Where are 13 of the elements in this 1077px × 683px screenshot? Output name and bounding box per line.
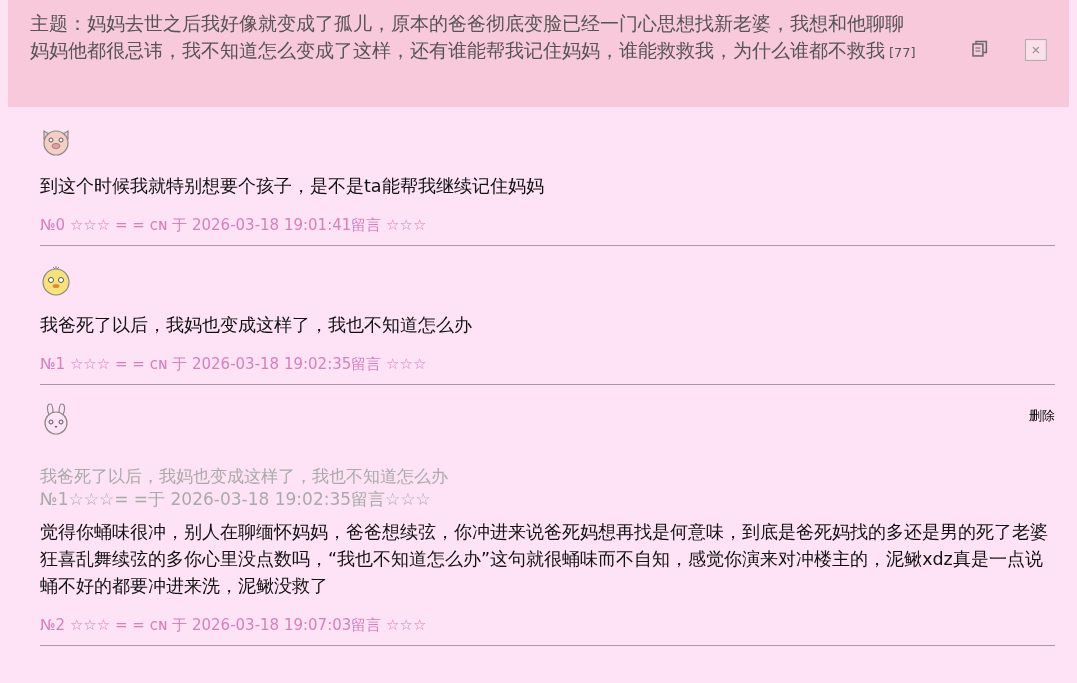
- delete-link[interactable]: 删除: [1029, 407, 1055, 425]
- chick-face-icon: [40, 264, 72, 296]
- quoted-reply: 我爸死了以后，我妈也变成这样了，我也不知道怎么办: [40, 465, 449, 488]
- post-text: 觉得你蛹味很冲，别人在聊缅怀妈妈，爸爸想续弦，你冲进来说爸死妈想再找是何意味，到底是爸死妈找的多还是男的死了老婆狂喜乱舞续弦的多你心里没点数吗，“我也不知道怎么办”这句就很蛹味而不自知，感觉你演来对冲楼主的，泥鳅xdz真是一点说蛹不好的都要冲进来洗，泥鳅没救了: [40, 521, 1049, 598]
- copy-icon[interactable]: [971, 40, 990, 58]
- post-meta: №0 ☆☆☆ = = ᴄɴ 于 2026-03-18 19:01:41留言 ☆☆☆: [40, 216, 428, 235]
- post-text: 到这个时候我就特别想要个孩子，是不是ta能帮我继续记住妈妈: [40, 175, 545, 198]
- topic-title: 主题：妈妈去世之后我好像就变成了孤儿，原本的爸爸彻底变脸已经一门心思想找新老婆，我想和他聊聊妈妈他都很忌讳，我不知道怎么变成了这样，还有谁能帮我记住妈妈，谁能救救我，为什么谁都不救我 [77]: [30, 11, 917, 63]
- post-meta: №1 ☆☆☆ = = ᴄɴ 于 2026-03-18 19:02:35留言 ☆☆☆: [40, 355, 428, 374]
- quoted-reply-meta: №1☆☆☆= =于 2026-03-18 19:02:35留言☆☆☆: [40, 488, 432, 511]
- post-meta: №2 ☆☆☆ = = ᴄɴ 于 2026-03-18 19:07:03留言 ☆☆☆: [40, 616, 428, 635]
- close-icon[interactable]: [1025, 39, 1047, 61]
- post-text: 我爸死了以后，我妈也变成这样了，我也不知道怎么办: [40, 314, 473, 337]
